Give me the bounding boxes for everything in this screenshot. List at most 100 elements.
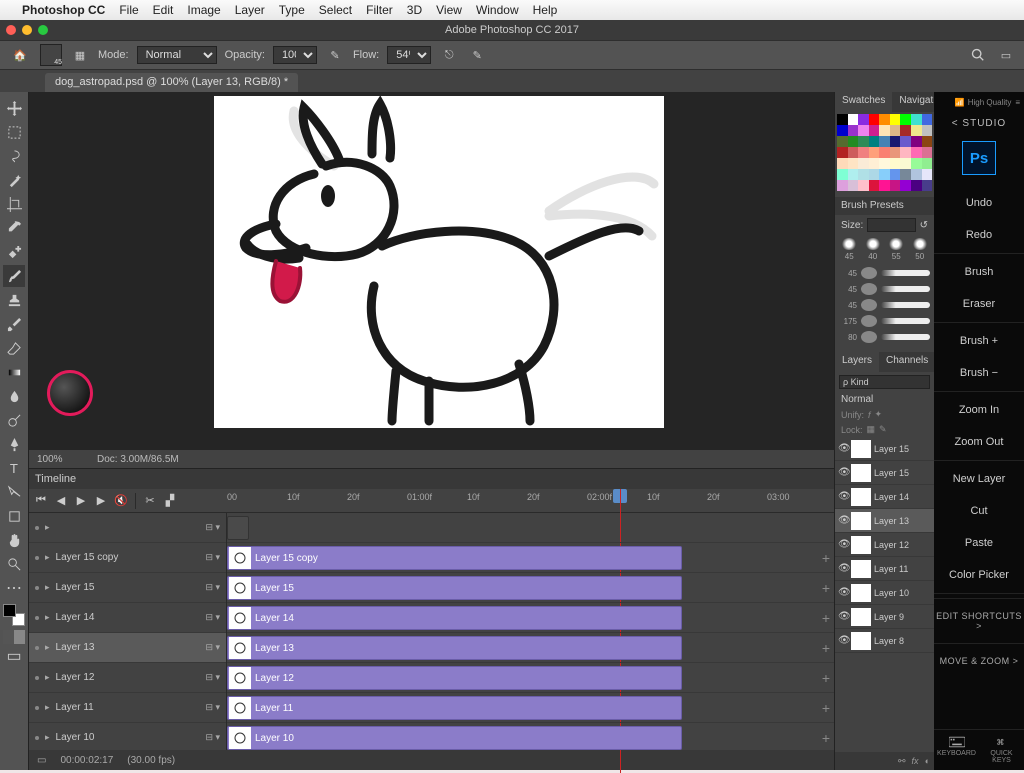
timeline-clip[interactable]: Layer 10 — [227, 726, 682, 750]
swatch[interactable] — [879, 169, 890, 180]
link-icon[interactable]: ⚯ — [898, 756, 906, 767]
menu-layer[interactable]: Layer — [235, 3, 265, 17]
swatch[interactable] — [879, 125, 890, 136]
add-keyframe-icon[interactable]: + — [822, 580, 830, 596]
airbrush-icon[interactable]: ⎋ — [439, 45, 459, 65]
blur-tool-icon[interactable] — [3, 385, 25, 407]
studio-label[interactable]: < STUDIO — [934, 112, 1024, 137]
swatch[interactable] — [922, 125, 933, 136]
crop-tool-icon[interactable] — [3, 193, 25, 215]
astro-shortcut[interactable]: Cut — [934, 495, 1024, 527]
pen-tool-icon[interactable] — [3, 433, 25, 455]
shape-tool-icon[interactable] — [3, 505, 25, 527]
swatch[interactable] — [848, 169, 859, 180]
swatch[interactable] — [837, 125, 848, 136]
layer-row[interactable]: 👁Layer 9 — [835, 605, 934, 629]
menu-window[interactable]: Window — [476, 3, 519, 17]
ps-icon[interactable]: Ps — [962, 141, 996, 175]
zoom-level[interactable]: 100% — [37, 454, 77, 465]
menu-file[interactable]: File — [119, 3, 138, 17]
next-frame-icon[interactable]: ▶ — [93, 493, 109, 509]
timeline-layer-row[interactable]: ▸Layer 15⊟ ▾ — [29, 573, 226, 603]
audio-icon[interactable]: 🔇 — [113, 493, 129, 509]
swatch[interactable] — [890, 125, 901, 136]
swatch[interactable] — [911, 169, 922, 180]
swatch[interactable] — [869, 114, 880, 125]
swatch[interactable] — [922, 180, 933, 191]
menu-filter[interactable]: Filter — [366, 3, 393, 17]
edit-toolbar-icon[interactable]: ⋯ — [3, 577, 25, 599]
swatch[interactable] — [900, 125, 911, 136]
brush-tip[interactable]: 45 — [839, 238, 860, 261]
play-icon[interactable]: ▶ — [73, 493, 89, 509]
swatches-tab[interactable]: Swatches — [835, 92, 892, 112]
swatch[interactable] — [890, 147, 901, 158]
astro-shortcut[interactable]: Brush − — [934, 357, 1024, 389]
edit-shortcuts-button[interactable]: EDIT SHORTCUTS > — [934, 601, 1024, 641]
path-tool-icon[interactable] — [3, 481, 25, 503]
swatch[interactable] — [848, 125, 859, 136]
swatch[interactable] — [900, 147, 911, 158]
add-keyframe-icon[interactable]: + — [822, 610, 830, 626]
swatch[interactable] — [848, 136, 859, 147]
layer-row[interactable]: 👁Layer 8 — [835, 629, 934, 653]
brush-tip[interactable]: 55 — [886, 238, 907, 261]
swatch[interactable] — [879, 180, 890, 191]
first-frame-icon[interactable]: ⏮ — [33, 493, 49, 509]
swatch[interactable] — [911, 147, 922, 158]
brush-preset-icon[interactable] — [40, 44, 62, 66]
menu-type[interactable]: Type — [279, 3, 305, 17]
channels-tab[interactable]: Channels — [879, 352, 935, 372]
move-tool-icon[interactable] — [3, 97, 25, 119]
swatch[interactable] — [848, 158, 859, 169]
keyboard-button[interactable]: KEYBOARD — [934, 730, 979, 770]
layer-row[interactable]: 👁Layer 10 — [835, 581, 934, 605]
frame-toggle-icon[interactable]: ▭ — [37, 755, 46, 766]
swatch[interactable] — [869, 180, 880, 191]
canvas-area[interactable] — [29, 92, 834, 450]
swatch[interactable] — [879, 114, 890, 125]
astro-shortcut[interactable]: New Layer — [934, 463, 1024, 495]
menu-edit[interactable]: Edit — [153, 3, 174, 17]
add-keyframe-icon[interactable]: + — [822, 640, 830, 656]
doc-size[interactable]: Doc: 3.00M/86.5M — [97, 454, 179, 465]
search-icon[interactable] — [968, 45, 988, 65]
swatch[interactable] — [858, 169, 869, 180]
prev-frame-icon[interactable]: ◀ — [53, 493, 69, 509]
swatch[interactable] — [911, 125, 922, 136]
astro-shortcut[interactable]: Undo — [934, 187, 1024, 219]
swatch[interactable] — [900, 180, 911, 191]
opacity-value[interactable]: 100% — [273, 46, 317, 64]
swatch[interactable] — [890, 136, 901, 147]
swatch[interactable] — [858, 147, 869, 158]
visibility-icon[interactable]: 👁 — [838, 635, 848, 646]
zoom-tool-icon[interactable] — [3, 553, 25, 575]
layer-row[interactable]: 👁Layer 12 — [835, 533, 934, 557]
visibility-icon[interactable]: 👁 — [838, 443, 848, 454]
timeline-clip[interactable]: Layer 14 — [227, 606, 682, 630]
timeline-layer-row[interactable]: ▸Layer 11⊟ ▾ — [29, 693, 226, 723]
swatch[interactable] — [911, 114, 922, 125]
lasso-tool-icon[interactable] — [3, 145, 25, 167]
swatch[interactable] — [869, 147, 880, 158]
swatch[interactable] — [900, 158, 911, 169]
mask-icon[interactable]: ◐ — [925, 756, 930, 766]
eyedropper-tool-icon[interactable] — [3, 217, 25, 239]
menu-image[interactable]: Image — [187, 3, 220, 17]
layer-filter[interactable]: ρ Kind — [839, 375, 930, 389]
swatch[interactable] — [922, 169, 933, 180]
timeline-layer-row[interactable]: ▸Layer 12⊟ ▾ — [29, 663, 226, 693]
menu-3d[interactable]: 3D — [407, 3, 422, 17]
color-swatch[interactable] — [3, 604, 25, 626]
screenmode-icon[interactable]: ▭ — [3, 645, 25, 667]
add-keyframe-icon[interactable]: + — [822, 550, 830, 566]
timeline-layer-row[interactable]: ▸Layer 10⊟ ▾ — [29, 723, 226, 750]
brush-tip[interactable]: 40 — [863, 238, 884, 261]
hand-tool-icon[interactable] — [3, 529, 25, 551]
brush-panel-icon[interactable]: ▦ — [70, 45, 90, 65]
swatch[interactable] — [890, 169, 901, 180]
swatch[interactable] — [911, 180, 922, 191]
swatches-grid[interactable] — [835, 112, 934, 193]
timeline-clip[interactable]: Layer 12 — [227, 666, 682, 690]
brush-stroke-preset[interactable]: 45 — [839, 282, 930, 296]
